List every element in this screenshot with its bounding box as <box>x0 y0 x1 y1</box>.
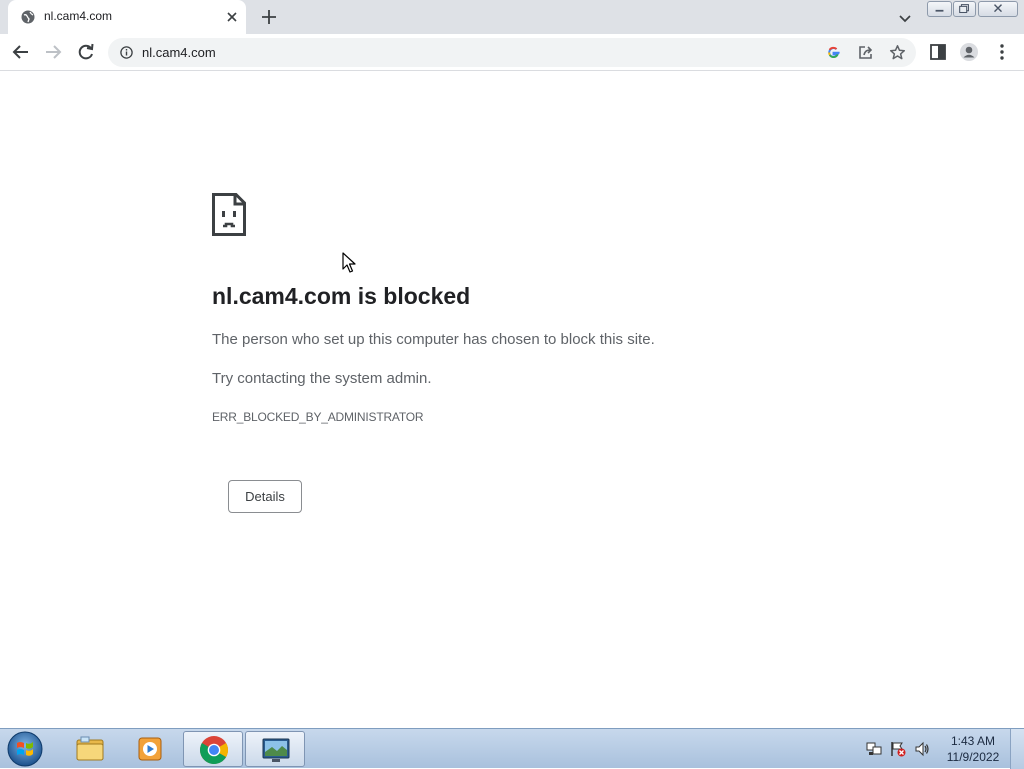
blocked-page-icon <box>212 193 246 236</box>
error-title: nl.cam4.com is blocked <box>212 283 471 309</box>
globe-icon <box>21 10 35 24</box>
media-player-icon <box>138 737 162 761</box>
clock-date: 11/9/2022 <box>946 750 1000 764</box>
volume-icon[interactable] <box>914 741 930 757</box>
taskbar-chrome[interactable] <box>183 731 243 767</box>
tab-title: nl.cam4.com <box>44 9 113 23</box>
close-icon[interactable] <box>224 9 240 25</box>
browser-toolbar: nl.cam4.com <box>0 34 1024 71</box>
google-icon[interactable] <box>826 45 841 60</box>
folder-icon <box>76 736 104 761</box>
minimize-button[interactable] <box>927 1 952 17</box>
clock-time: 1:43 AM <box>950 734 996 748</box>
kebab-menu-icon[interactable] <box>992 42 1012 62</box>
profile-avatar-icon[interactable] <box>959 42 979 62</box>
taskbar-file-explorer[interactable] <box>60 731 120 767</box>
taskbar: 1:43 AM 11/9/2022 <box>0 728 1024 769</box>
details-button[interactable]: Details <box>228 480 302 513</box>
chevron-down-icon[interactable] <box>897 10 913 26</box>
browser-tab[interactable]: nl.cam4.com <box>8 0 246 34</box>
side-panel-icon[interactable] <box>928 42 948 62</box>
info-icon[interactable] <box>120 46 133 59</box>
network-icon[interactable] <box>866 741 882 757</box>
error-code: ERR_BLOCKED_BY_ADMINISTRATOR <box>212 410 424 424</box>
system-clock[interactable]: 1:43 AM 11/9/2022 <box>940 733 1006 765</box>
chrome-icon <box>200 736 228 764</box>
share-icon[interactable] <box>857 44 874 61</box>
page-content: nl.cam4.com is blocked The person who se… <box>0 72 1024 728</box>
forward-arrow-icon[interactable] <box>43 42 63 62</box>
star-icon[interactable] <box>889 44 906 61</box>
url-text[interactable]: nl.cam4.com <box>142 45 216 60</box>
mouse-cursor-icon <box>342 252 356 273</box>
back-arrow-icon[interactable] <box>11 42 31 62</box>
new-tab-icon[interactable] <box>260 8 278 26</box>
reload-icon[interactable] <box>76 42 96 62</box>
restore-button[interactable] <box>953 1 976 17</box>
action-center-flag-icon[interactable] <box>890 741 906 757</box>
window-close-button[interactable] <box>978 1 1018 17</box>
windows-start-icon[interactable] <box>5 730 45 768</box>
tab-strip: nl.cam4.com <box>0 0 1024 34</box>
error-hint: Try contacting the system admin. <box>212 370 432 387</box>
taskbar-display-settings[interactable] <box>245 731 305 767</box>
error-description: The person who set up this computer has … <box>212 331 655 348</box>
show-desktop-button[interactable] <box>1010 729 1024 769</box>
address-bar[interactable]: nl.cam4.com <box>108 38 916 67</box>
monitor-icon <box>262 738 290 762</box>
taskbar-media-player[interactable] <box>120 731 180 767</box>
